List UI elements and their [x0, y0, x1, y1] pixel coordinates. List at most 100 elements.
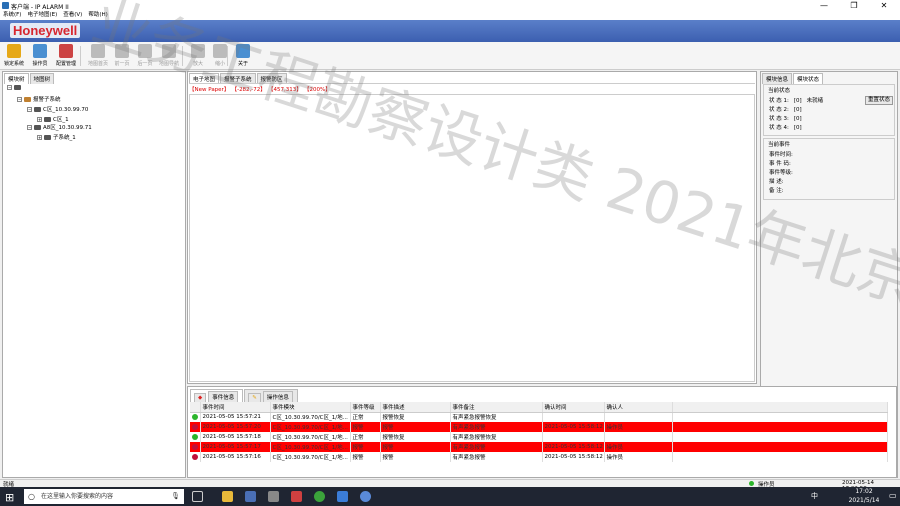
device-icon: [34, 107, 41, 112]
notification-icon[interactable]: ▭: [889, 491, 897, 500]
event-cell-level: 报警: [350, 452, 381, 462]
map-pane: 电子地图 报警子系统 报警防区 【New Paper】 【-282,-72】 【457,…: [187, 71, 757, 384]
column-header[interactable]: 事件备注: [450, 402, 543, 413]
taskbar-search-placeholder: 在这里输入你要搜索的内容: [41, 493, 114, 500]
operator-icon: [33, 44, 47, 58]
expand-toggle-icon[interactable]: −: [27, 125, 32, 130]
column-header[interactable]: [190, 402, 201, 413]
menu-system[interactable]: 系统(F): [0, 11, 24, 20]
maximize-button[interactable]: ❐: [839, 0, 869, 11]
file-explorer-icon[interactable]: [222, 491, 233, 502]
event-row[interactable]: 2021-05-05 15:57:20 C区_10.30.99.70/C区_1/地…: [190, 422, 888, 432]
expand-toggle-icon[interactable]: −: [27, 107, 32, 112]
app-icon-6[interactable]: [360, 491, 371, 502]
map-name: 【New Paper】: [189, 87, 230, 93]
tab-map-tree[interactable]: 地图树: [29, 73, 55, 84]
event-row[interactable]: 2021-05-05 15:57:21 C区_10.30.99.70/C区_1/地…: [190, 412, 888, 422]
event-cell-ack_by: [604, 432, 673, 442]
device-icon: [44, 117, 51, 122]
tree-node[interactable]: − 报警子系统: [17, 95, 61, 103]
event-cell-note: 有声紧急报警恢复: [450, 432, 543, 442]
event-field-label: 备 注:: [769, 188, 784, 194]
toolbar-button-0[interactable]: 锁定系统: [2, 43, 26, 69]
menu-view[interactable]: 查看(V): [60, 11, 85, 20]
microphone-icon[interactable]: 🎙: [171, 489, 180, 504]
clock-date[interactable]: 2021/5/14: [844, 497, 884, 504]
event-cell-icon: [190, 452, 201, 462]
taskbar-search[interactable]: ○ 在这里输入你要搜索的内容 🎙: [24, 489, 184, 504]
toolbar-button-4[interactable]: 前一页: [110, 43, 134, 69]
toolbar-button-3[interactable]: 地图首页: [86, 43, 110, 69]
root-computer-icon: [14, 85, 21, 90]
map-canvas[interactable]: [189, 94, 755, 382]
event-cell-level: 报警: [350, 422, 381, 432]
event-cell-time: 2021-05-05 15:57:20: [200, 422, 271, 432]
expand-toggle-icon[interactable]: +: [37, 117, 42, 122]
tab-event-info[interactable]: ◆ 事件信息: [190, 389, 244, 403]
tab-module-status[interactable]: 模块状态: [793, 73, 824, 84]
expand-toggle-icon[interactable]: −: [7, 85, 12, 90]
clock-time[interactable]: 17:02: [844, 488, 884, 495]
column-header[interactable]: 事件等级: [350, 402, 381, 413]
event-cell-time: 2021-05-05 15:57:17: [200, 442, 271, 452]
close-button[interactable]: ✕: [869, 0, 899, 11]
tab-operation-info[interactable]: ✎ 操作信息: [244, 389, 298, 403]
menu-emap[interactable]: 电子地图(E): [24, 11, 60, 20]
expand-toggle-icon[interactable]: +: [37, 135, 42, 140]
event-cell-filler: [672, 412, 888, 422]
app-icon-3[interactable]: [291, 491, 302, 502]
app-icon-2[interactable]: [268, 491, 279, 502]
tab-module-info[interactable]: 模块信息: [762, 73, 793, 84]
event-cell-note: 有声紧急报警: [450, 452, 543, 462]
column-header[interactable]: 确认时间: [542, 402, 605, 413]
toolbar-button-8[interactable]: 缩小: [208, 43, 232, 69]
column-header-filler: [672, 402, 888, 413]
event-row[interactable]: 2021-05-05 15:57:16 C区_10.30.99.70/C区_1/地…: [190, 452, 888, 462]
tree-node[interactable]: + C区_1: [37, 115, 69, 123]
tab-operation-info-label: 操作信息: [262, 391, 293, 402]
event-field-label: 描 述:: [769, 179, 784, 185]
tab-module-tree[interactable]: 模块树: [4, 73, 29, 84]
ipalarm-app-icon[interactable]: [245, 491, 256, 502]
status-row-value: [0]: [793, 116, 802, 122]
column-header[interactable]: 事件时间: [200, 402, 271, 413]
taskbar: ⊞ ○ 在这里输入你要搜索的内容 🎙 中 17:02 2021/5/14 ▭: [0, 487, 900, 506]
status-bar: 就绪 操作员 2021-05-14 17:02:58: [0, 479, 900, 492]
event-row[interactable]: 2021-05-05 15:57:18 C区_10.30.99.70/C区_1/地…: [190, 432, 888, 442]
app-icon-5[interactable]: [337, 491, 348, 502]
wechat-icon[interactable]: [314, 491, 325, 502]
reset-status-button[interactable]: 重置状态: [865, 96, 893, 105]
toolbar-button-label: 配置管理: [55, 61, 76, 67]
device-icon: [24, 97, 31, 102]
tree-node[interactable]: −: [7, 85, 23, 91]
toolbar-button-6[interactable]: 地图导航: [157, 43, 181, 69]
column-header[interactable]: 事件模块: [270, 402, 351, 413]
expand-toggle-icon[interactable]: −: [17, 97, 22, 102]
event-tab-icon: ◆: [194, 393, 207, 402]
lock-icon: [7, 44, 21, 58]
minimize-button[interactable]: —: [809, 0, 839, 11]
map-origin: 【-282,-72】: [234, 87, 266, 93]
toolbar: 锁定系统 操作员 配置管理 地图首页 前一页 后一页 地图导航 放大 缩小 关于: [0, 42, 900, 70]
ime-indicator[interactable]: 中: [811, 491, 818, 501]
event-cell-ack_by: 操作员: [604, 452, 673, 462]
tree-node[interactable]: − A8区_10.30.99.71: [27, 123, 92, 131]
event-cell-ack_by: [604, 412, 673, 422]
toolbar-button-7[interactable]: 放大: [186, 43, 210, 69]
toolbar-button-5[interactable]: 后一页: [133, 43, 157, 69]
menu-help[interactable]: 帮助(H): [85, 11, 110, 20]
toolbar-button-label: 地图导航: [158, 61, 179, 67]
task-view-icon[interactable]: [192, 491, 203, 502]
event-row[interactable]: 2021-05-05 15:57:17 C区_10.30.99.70/C区_1/地…: [190, 442, 888, 452]
alarm-status-icon: [192, 423, 198, 430]
toolbar-button-1[interactable]: 操作员: [28, 43, 52, 69]
column-header[interactable]: 确认人: [604, 402, 673, 413]
tree-node[interactable]: − C区_10.30.99.70: [27, 105, 88, 113]
status-row: 状 态 2: [0]: [769, 105, 812, 113]
event-cell-module: C区_10.30.99.70/C区_1/地...: [270, 412, 351, 422]
windows-start-icon[interactable]: ⊞: [5, 491, 14, 504]
toolbar-button-2[interactable]: 配置管理: [54, 43, 78, 69]
column-header[interactable]: 事件描述: [380, 402, 451, 413]
toolbar-button-9[interactable]: 关于: [231, 43, 255, 69]
tree-node[interactable]: + 子系统_1: [37, 133, 76, 141]
